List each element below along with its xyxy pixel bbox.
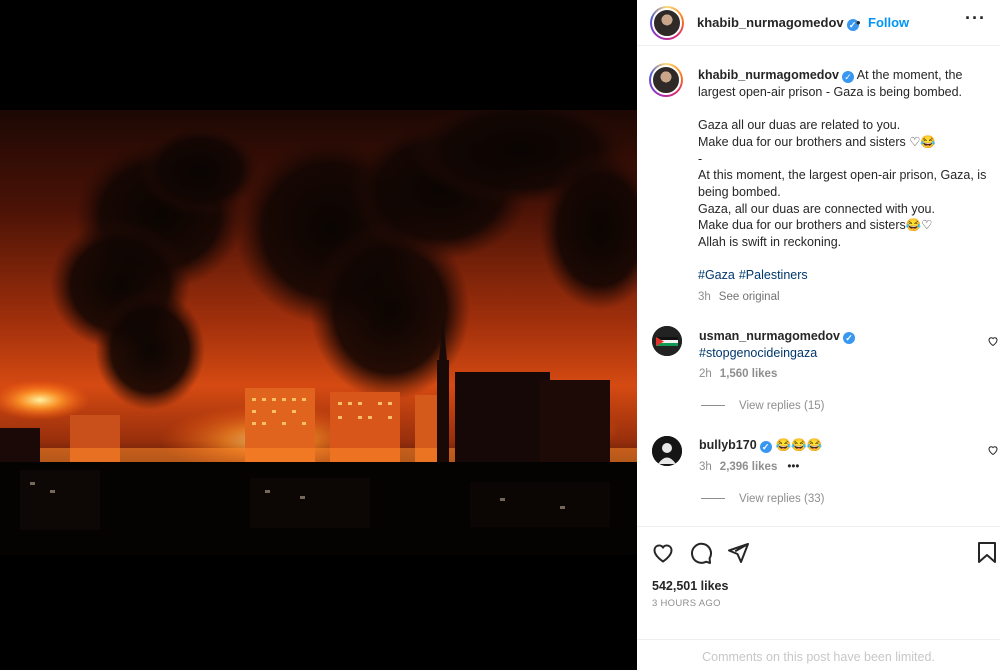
comment-meta: 2h 1,560 likes	[699, 368, 777, 380]
comment-likes[interactable]: 1,560 likes	[720, 368, 778, 380]
comment-time[interactable]: 3h	[699, 461, 712, 473]
comment-likes[interactable]: 2,396 likes	[720, 461, 778, 473]
caption-hashtags: #Gaza #Palestiners	[698, 268, 812, 282]
caption-username[interactable]: khabib_nurmagomedov	[698, 68, 839, 82]
separator-dot: •	[856, 15, 861, 30]
follow-button[interactable]: Follow	[868, 15, 909, 30]
comments-scroll-area[interactable]: khabib_nurmagomedov ✓ At the moment, the …	[637, 47, 1000, 525]
post-actions-section: 542,501 likes 3 HOURS AGO Comments on th…	[637, 526, 1000, 670]
comment-meta: 3h 2,396 likes •••	[699, 461, 799, 473]
comment-time[interactable]: 2h	[699, 368, 712, 380]
comment-more-button[interactable]: •••	[787, 461, 799, 473]
comment-like-heart-icon[interactable]	[987, 335, 999, 347]
view-replies-label[interactable]: View replies (15)	[739, 400, 824, 412]
comments-limited-notice: Comments on this post have been limited.	[637, 639, 1000, 670]
likes-count[interactable]: 542,501 likes	[652, 579, 728, 593]
view-replies-button[interactable]: View replies (15)	[701, 400, 824, 412]
author-avatar[interactable]	[650, 6, 684, 40]
user-avatar-icon	[652, 436, 682, 466]
paper-plane-icon[interactable]	[726, 541, 750, 565]
comment-username-text[interactable]: usman_nurmagomedov	[699, 329, 840, 343]
hashtag-gaza[interactable]: #Gaza	[698, 268, 735, 282]
comment-icon[interactable]	[689, 541, 713, 565]
caption-time[interactable]: 3h	[698, 291, 711, 303]
caption-text: At the moment, the largest open-air pris…	[698, 68, 987, 250]
view-replies-button[interactable]: View replies (33)	[701, 493, 824, 505]
verified-badge-icon: ✓	[843, 332, 856, 344]
caption-meta: 3h See original	[698, 291, 780, 303]
comment-username-text[interactable]: bullyb170	[699, 438, 757, 452]
comment-avatar[interactable]	[652, 436, 682, 466]
caption-author-avatar[interactable]	[649, 63, 683, 97]
comment-username[interactable]: usman_nurmagomedov ✓	[699, 329, 856, 344]
replies-divider	[701, 405, 725, 407]
comment-username[interactable]: bullyb170 ✓ 😂😂😂	[699, 438, 822, 453]
verified-badge-icon: ✓	[842, 71, 854, 83]
comment-like-heart-icon[interactable]	[987, 444, 999, 456]
comment-text: 😂😂😂	[775, 438, 823, 452]
post-caption: khabib_nurmagomedov ✓ At the moment, the …	[698, 67, 988, 251]
bookmark-icon[interactable]	[977, 541, 997, 565]
gaza-night-bombing-image	[0, 110, 637, 555]
author-username[interactable]: khabib_nurmagomedov ✓	[697, 15, 859, 31]
hashtag-palestiners[interactable]: #Palestiners	[739, 268, 808, 282]
view-replies-label[interactable]: View replies (33)	[739, 493, 824, 505]
post-timestamp[interactable]: 3 HOURS AGO	[652, 598, 721, 609]
comment-avatar[interactable]	[652, 326, 682, 356]
heart-icon[interactable]	[651, 541, 675, 565]
palestine-flag-avatar-icon	[652, 326, 682, 356]
see-original-link[interactable]: See original	[719, 291, 780, 303]
more-options-button[interactable]: ···	[965, 8, 986, 29]
post-details-panel: khabib_nurmagomedov ✓ • Follow ··· khabib…	[637, 0, 1000, 670]
post-photo[interactable]	[0, 110, 637, 555]
replies-divider	[701, 498, 725, 500]
post-header: khabib_nurmagomedov ✓ • Follow ···	[637, 0, 1000, 46]
author-username-text[interactable]: khabib_nurmagomedov	[697, 15, 844, 30]
comment-hashtag[interactable]: #stopgenocideingaza	[699, 346, 817, 360]
post-media-pane	[0, 0, 637, 670]
verified-badge-icon: ✓	[759, 441, 772, 453]
